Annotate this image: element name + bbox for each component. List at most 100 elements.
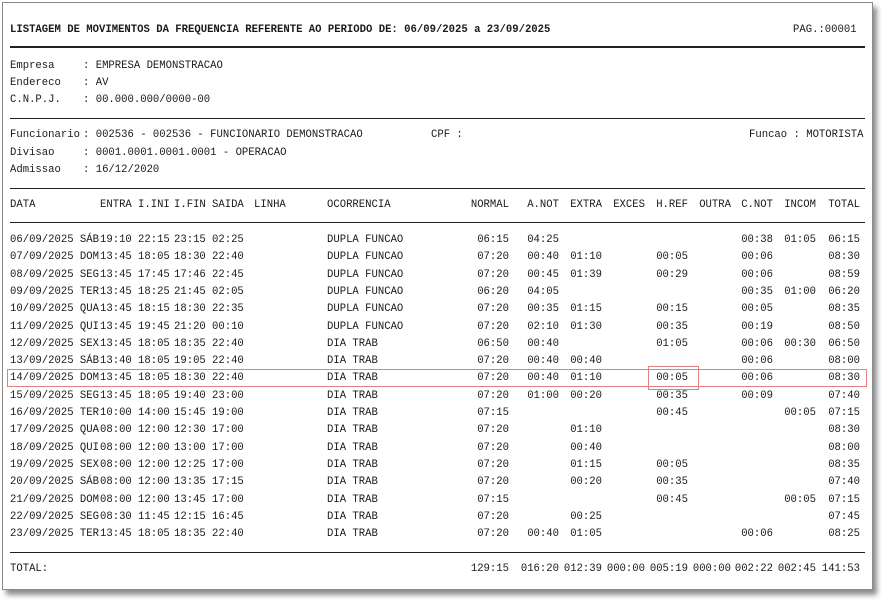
row-href: 01:05	[656, 337, 688, 350]
row-anot: 00:40	[527, 337, 559, 350]
row-entra: 13:45	[100, 337, 132, 350]
table-row[interactable]: 20/09/2025 SÁB 08:00 12:00 13:35 17:15 D…	[3, 474, 872, 491]
row-iini: 18:05	[138, 337, 170, 350]
row-total: 07:40	[828, 476, 860, 489]
row-ifin: 18:30	[174, 303, 206, 316]
row-total: 08:35	[828, 458, 860, 471]
table-row[interactable]: 11/09/2025 QUI 13:45 19:45 21:20 00:10 D…	[3, 319, 872, 336]
row-ocorrencia: DIA TRAB	[327, 493, 378, 506]
row-total: 07:15	[828, 407, 860, 419]
table-row[interactable]: 13/09/2025 SÁB 13:40 18:05 19:05 22:40 D…	[3, 353, 872, 370]
row-ifin: 12:15	[174, 510, 206, 523]
total-exces: 000:00	[606, 563, 645, 575]
row-normal: 06:20	[477, 285, 509, 298]
row-entra: 08:00	[100, 476, 132, 489]
row-normal: 07:20	[477, 303, 509, 316]
row-extra: 01:15	[570, 303, 602, 316]
row-normal: 07:20	[477, 355, 509, 368]
cnpj-value: : 00.000.000/0000-00	[83, 94, 211, 106]
row-incom: 00:05	[784, 407, 816, 419]
row-normal: 07:20	[477, 441, 509, 454]
row-ifin: 21:20	[174, 320, 206, 333]
row-date: 12/09/2025 SEX	[10, 337, 100, 350]
table-row[interactable]: 09/09/2025 TER 13:45 18:25 21:45 02:05 D…	[3, 284, 872, 301]
table-row[interactable]: 10/09/2025 QUA 13:45 18:15 18:30 22:35 D…	[3, 301, 872, 318]
table-row[interactable]: 21/09/2025 DOM 08:00 12:00 13:45 17:00 D…	[3, 492, 872, 509]
row-iini: 12:00	[138, 476, 170, 489]
table-row[interactable]: 15/09/2025 SEG 13:45 18:05 19:40 23:00 D…	[3, 388, 872, 405]
row-iini: 17:45	[138, 268, 170, 281]
row-normal: 07:20	[477, 458, 509, 471]
row-href: 00:35	[656, 476, 688, 489]
row-saida: 02:25	[212, 234, 244, 246]
row-normal: 07:20	[477, 389, 509, 402]
row-entra: 08:00	[100, 458, 132, 471]
row-entra: 13:45	[100, 268, 132, 281]
total-normal: 129:15	[470, 563, 509, 575]
table-row[interactable]: 12/09/2025 SEX 13:45 18:05 18:35 22:40 D…	[3, 336, 872, 353]
table-row[interactable]: 18/09/2025 QUI 08:00 12:00 13:00 17:00 D…	[3, 440, 872, 457]
row-date: 17/09/2025 QUA	[10, 424, 100, 437]
row-normal: 07:20	[477, 528, 509, 541]
totals-label: TOTAL:	[10, 563, 49, 575]
row-entra: 08:00	[100, 424, 132, 437]
page-number: PAG.:00001	[793, 24, 857, 36]
row-href: 00:35	[656, 389, 688, 402]
row-date: 20/09/2025 SÁB	[10, 476, 100, 489]
col-cnot: C.NOT	[741, 199, 773, 211]
row-normal: 06:50	[477, 337, 509, 350]
col-href: H.REF	[656, 199, 688, 211]
row-date: 06/09/2025 SÁB	[10, 234, 100, 246]
row-extra: 01:39	[570, 268, 602, 281]
table-row[interactable]: 17/09/2025 QUA 08:00 12:00 12:30 17:00 D…	[3, 422, 872, 439]
table-row[interactable]: 19/09/2025 SEX 08:00 12:00 12:25 17:00 D…	[3, 457, 872, 474]
row-iini: 18:05	[138, 355, 170, 368]
col-total: TOTAL	[828, 199, 860, 211]
row-iini: 12:00	[138, 441, 170, 454]
row-entra: 08:00	[100, 493, 132, 506]
row-entra: 08:00	[100, 441, 132, 454]
divider	[10, 118, 865, 119]
row-date: 09/09/2025 TER	[10, 285, 100, 298]
row-total: 08:30	[828, 424, 860, 437]
row-date: 16/09/2025 TER	[10, 407, 100, 419]
table-row[interactable]: 07/09/2025 DOM 13:45 18:05 18:30 22:40 D…	[3, 249, 872, 266]
row-total: 08:00	[828, 441, 860, 454]
row-saida: 22:40	[212, 355, 244, 368]
col-extra: EXTRA	[570, 199, 602, 211]
row-anot: 02:10	[527, 320, 559, 333]
row-extra: 00:20	[570, 476, 602, 489]
col-ocorrencia: OCORRENCIA	[327, 199, 391, 211]
row-total: 08:00	[828, 355, 860, 368]
divider	[10, 188, 865, 189]
company-label: Empresa	[10, 60, 55, 72]
row-iini: 19:45	[138, 320, 170, 333]
row-ifin: 12:25	[174, 458, 206, 471]
row-cnot: 00:06	[741, 528, 773, 541]
row-ocorrencia: DIA TRAB	[327, 407, 378, 419]
row-ocorrencia: DIA TRAB	[327, 510, 378, 523]
row-ocorrencia: DIA TRAB	[327, 476, 378, 489]
col-anot: A.NOT	[527, 199, 559, 211]
table-row[interactable]: 06/09/2025 SÁB 19:10 22:15 23:15 02:25 D…	[3, 232, 872, 249]
row-saida: 17:15	[212, 476, 244, 489]
row-cnot: 00:38	[741, 234, 773, 246]
row-saida: 22:45	[212, 268, 244, 281]
row-anot: 00:35	[527, 303, 559, 316]
row-total: 07:15	[828, 493, 860, 506]
row-anot: 00:40	[527, 251, 559, 264]
row-entra: 19:10	[100, 234, 132, 246]
row-cnot: 00:06	[741, 337, 773, 350]
row-total: 06:50	[828, 337, 860, 350]
row-ocorrencia: DUPLA FUNCAO	[327, 303, 404, 316]
row-total: 08:30	[828, 251, 860, 264]
row-ifin: 13:45	[174, 493, 206, 506]
table-row[interactable]: 23/09/2025 TER 13:45 18:05 18:35 22:40 D…	[3, 526, 872, 543]
report-page: LISTAGEM DE MOVIMENTOS DA FREQUENCIA REF…	[2, 2, 873, 590]
table-row[interactable]: 22/09/2025 SEG 08:30 11:45 12:15 16:45 D…	[3, 509, 872, 526]
row-normal: 07:15	[477, 493, 509, 506]
table-row[interactable]: 16/09/2025 TER 10:00 14:00 15:45 19:00 D…	[3, 405, 872, 422]
row-href: 00:05	[656, 458, 688, 471]
row-iini: 18:25	[138, 285, 170, 298]
table-row[interactable]: 08/09/2025 SEG 13:45 17:45 17:46 22:45 D…	[3, 267, 872, 284]
